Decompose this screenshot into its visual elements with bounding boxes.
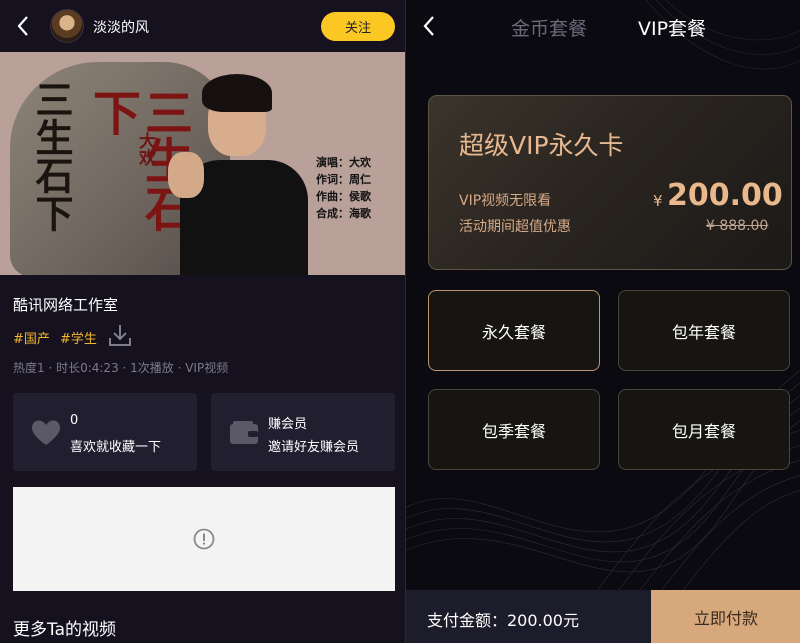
- video-detail-panel: 淡淡的风 关注 三生石下 三生石下 大欢 演唱：大欢 作词：周仁 作曲：侯歌 合…: [0, 0, 405, 643]
- credit-line: 合成：海歌: [316, 207, 371, 220]
- video-title: 酷讯网络工作室: [13, 296, 119, 314]
- vip-plan-card: 超级VIP永久卡 VIP视频无限看 活动期间超值优惠 ¥ 200.00 ¥ 88…: [428, 95, 792, 270]
- video-cover[interactable]: 三生石下 三生石下 大欢 演唱：大欢 作词：周仁 作曲：侯歌 合成：海歌: [0, 52, 405, 275]
- vip-plan-price: 200.00: [667, 178, 783, 213]
- vip-purchase-panel: 金币套餐 VIP套餐 超级VIP永久卡 VIP视频无限看 活动期间超值优惠 ¥ …: [405, 0, 800, 643]
- credit-line: 作曲：侯歌: [316, 190, 371, 203]
- vip-plan-benefit: VIP视频无限看: [459, 193, 552, 209]
- like-count: 0: [70, 413, 79, 428]
- tab-vip-package[interactable]: VIP套餐: [638, 14, 706, 41]
- cover-credits: 演唱：大欢 作词：周仁 作曲：侯歌 合成：海歌: [316, 154, 371, 222]
- pay-now-button[interactable]: 立即付款: [651, 590, 800, 643]
- vip-plan-promo: 活动期间超值优惠: [459, 219, 571, 235]
- cover-singer-tag: 大欢: [135, 132, 155, 166]
- back-button[interactable]: [10, 12, 36, 40]
- like-card[interactable]: 0 喜欢就收藏一下: [13, 393, 197, 471]
- tab-coin-package[interactable]: 金币套餐: [511, 14, 587, 41]
- package-monthly[interactable]: 包月套餐: [618, 389, 790, 470]
- more-videos-title: 更多Ta的视频: [13, 620, 116, 640]
- chevron-left-icon: [17, 16, 28, 36]
- payment-bar: 支付金额：200.00元 立即付款: [406, 590, 800, 643]
- vip-plan-title: 超级VIP永久卡: [459, 131, 624, 160]
- video-meta: 热度1 · 时长0:4:23 · 1次播放 · VIP视频: [13, 361, 229, 375]
- content-placeholder: [13, 487, 395, 591]
- package-permanent[interactable]: 永久套餐: [428, 290, 600, 371]
- credit-line: 演唱：大欢: [316, 156, 371, 169]
- chevron-left-icon: [423, 16, 434, 36]
- heart-icon: [32, 420, 60, 445]
- follow-button[interactable]: 关注: [321, 12, 395, 41]
- like-text: 喜欢就收藏一下: [70, 440, 162, 455]
- earn-text: 邀请好友赚会员: [268, 440, 360, 455]
- price-currency: ¥: [653, 192, 663, 210]
- avatar[interactable]: [50, 9, 84, 43]
- earn-title: 赚会员: [268, 417, 308, 432]
- package-yearly[interactable]: 包年套餐: [618, 290, 790, 371]
- back-button[interactable]: [416, 12, 442, 40]
- vip-plan-original-price: ¥ 888.00: [706, 218, 769, 234]
- payment-amount: 支付金额：200.00元: [427, 611, 579, 630]
- tag-link[interactable]: #学生: [60, 328, 97, 347]
- download-icon[interactable]: [108, 322, 132, 348]
- alert-circle-icon: [193, 528, 215, 550]
- cover-calligraphy: 三生石下: [29, 80, 74, 232]
- package-quarterly[interactable]: 包季套餐: [428, 389, 600, 470]
- username[interactable]: 淡淡的风: [93, 17, 149, 37]
- cover-person: [168, 72, 310, 275]
- earn-vip-card[interactable]: 赚会员 邀请好友赚会员: [211, 393, 395, 471]
- credit-line: 作词：周仁: [316, 173, 371, 186]
- tag-link[interactable]: #国产: [13, 328, 50, 347]
- video-header: 淡淡的风 关注: [0, 0, 405, 52]
- wallet-icon: [230, 421, 258, 444]
